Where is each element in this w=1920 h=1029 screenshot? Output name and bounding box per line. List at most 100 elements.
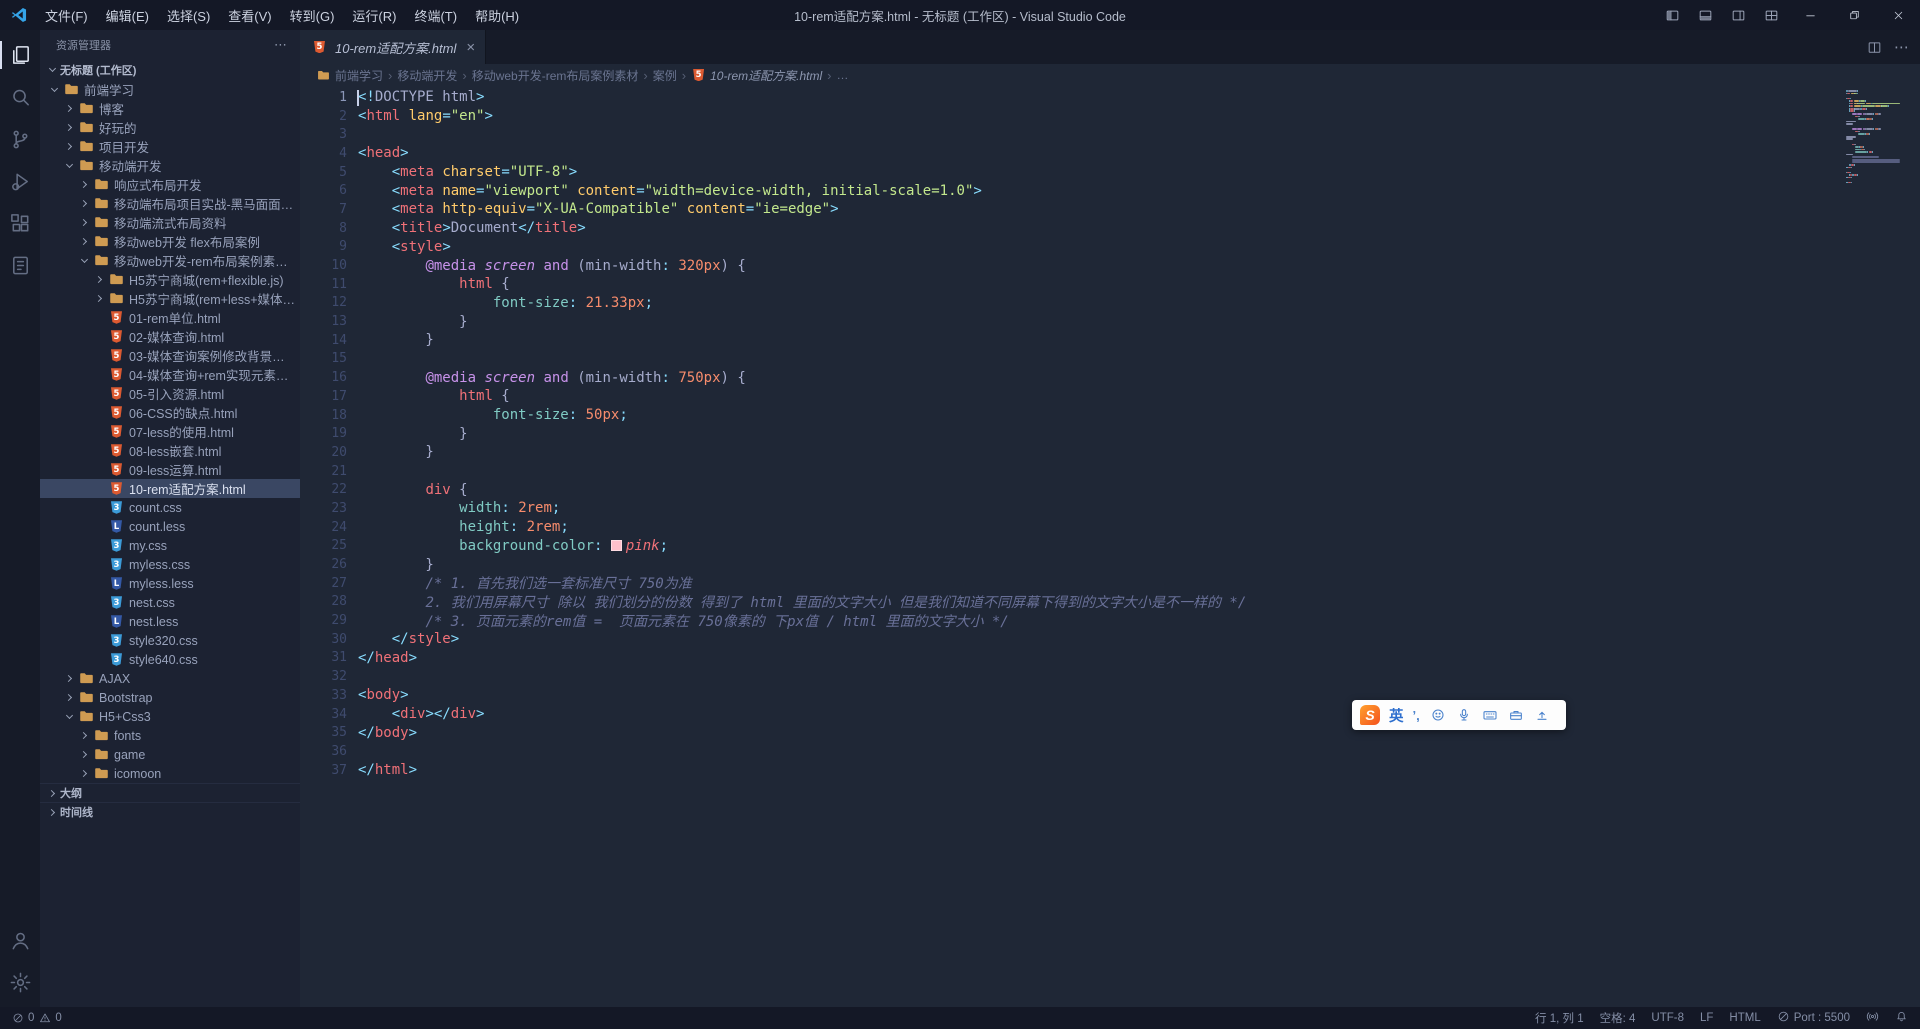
breadcrumb-item[interactable]: 5 10-rem适配方案.html xyxy=(691,67,822,84)
code-line[interactable]: 28 2. 我们用屏幕尺寸 除以 我们划分的份数 得到了 html 里面的文字大… xyxy=(300,593,1920,612)
tree-item-file[interactable]: 3 myless.css xyxy=(40,555,300,574)
notifications-bell[interactable] xyxy=(1895,1010,1908,1026)
menu-item[interactable]: 终端(T) xyxy=(405,0,466,30)
workspace-section-header[interactable]: 无标题 (工作区) xyxy=(40,60,300,80)
code-line[interactable]: 7 <meta http-equiv="X-UA-Compatible" con… xyxy=(300,200,1920,219)
layout-panel-icon[interactable] xyxy=(1689,0,1722,30)
code-line[interactable]: 33 <body> xyxy=(300,686,1920,705)
code-line[interactable]: 21 xyxy=(300,462,1920,481)
tree-item-folder[interactable]: 移动端开发 xyxy=(40,156,300,175)
code-line[interactable]: 37 </html> xyxy=(300,761,1920,780)
tree-item-folder[interactable]: 前端学习 xyxy=(40,80,300,99)
code-line[interactable]: 23 width: 2rem; xyxy=(300,499,1920,518)
code-line[interactable]: 8 <title>Document</title> xyxy=(300,219,1920,238)
toolbox-icon[interactable] xyxy=(1508,707,1524,723)
search-icon[interactable] xyxy=(0,76,40,118)
menu-item[interactable]: 文件(F) xyxy=(36,0,97,30)
menu-item[interactable]: 选择(S) xyxy=(158,0,219,30)
code-editor[interactable]: 1 <!DOCTYPE html> 2 <html lang="en"> 3 4 <head… xyxy=(300,86,1920,1007)
tree-item-file[interactable]: Lcount.less xyxy=(40,517,300,536)
tree-item-file[interactable]: 5 08-less嵌套.html xyxy=(40,441,300,460)
tree-item-file[interactable]: 5 06-CSS的缺点.html xyxy=(40,403,300,422)
cursor-position[interactable]: 行 1, 列 1 xyxy=(1535,1010,1584,1026)
tree-item-folder[interactable]: 移动web开发 flex布局案例 xyxy=(40,232,300,251)
tree-item-file[interactable]: 3 style320.css xyxy=(40,631,300,650)
tree-item-file[interactable]: 5 09-less运算.html xyxy=(40,460,300,479)
emoji-icon[interactable] xyxy=(1430,707,1446,723)
collapse-icon[interactable] xyxy=(1534,707,1550,723)
live-server-port[interactable]: Port : 5500 xyxy=(1777,1010,1850,1026)
minimap[interactable] xyxy=(1846,90,1904,220)
source-control-icon[interactable] xyxy=(0,118,40,160)
layout-secondary-sidebar-icon[interactable] xyxy=(1722,0,1755,30)
code-line[interactable]: 3 xyxy=(300,125,1920,144)
code-line[interactable]: 20 } xyxy=(300,443,1920,462)
code-line[interactable]: 4 <head> xyxy=(300,144,1920,163)
tree-item-folder[interactable]: AJAX xyxy=(40,669,300,688)
tree-item-file[interactable]: 5 05-引入资源.html xyxy=(40,384,300,403)
menu-item[interactable]: 编辑(E) xyxy=(97,0,158,30)
tree-item-file[interactable]: 3 style640.css xyxy=(40,650,300,669)
code-line[interactable]: 14 } xyxy=(300,331,1920,350)
eol[interactable]: LF xyxy=(1700,1012,1713,1024)
code-line[interactable]: 32 xyxy=(300,667,1920,686)
tree-item-file[interactable]: 3 nest.css xyxy=(40,593,300,612)
soft-keyboard-icon[interactable] xyxy=(1482,707,1498,723)
breadcrumb-item[interactable]: 移动web开发-rem布局案例素材 xyxy=(472,67,639,84)
split-editor-icon[interactable] xyxy=(1867,40,1882,55)
breadcrumb-item[interactable]: 案例 xyxy=(653,67,677,84)
tree-item-file[interactable]: 503-媒体查询案例修改背景颜色.html xyxy=(40,346,300,365)
code-line[interactable]: 34 <div></div> xyxy=(300,705,1920,724)
timeline-section-header[interactable]: 时间线 xyxy=(40,802,300,821)
code-line[interactable]: 24 height: 2rem; xyxy=(300,518,1920,537)
code-line[interactable]: 18 font-size: 50px; xyxy=(300,406,1920,425)
code-line[interactable]: 6 <meta name="viewport" content="width=d… xyxy=(300,181,1920,200)
tree-item-folder[interactable]: 移动端流式布局资料 xyxy=(40,213,300,232)
code-line[interactable]: 17 html { xyxy=(300,387,1920,406)
breadcrumb-item[interactable]: … xyxy=(836,68,848,82)
breadcrumb-item[interactable]: 前端学习 xyxy=(316,67,383,84)
ime-language-mode[interactable]: 英 xyxy=(1389,705,1404,726)
menu-item[interactable]: 查看(V) xyxy=(219,0,280,30)
menu-item[interactable]: 运行(R) xyxy=(343,0,405,30)
code-line[interactable]: 10 @media screen and (min-width: 320px) … xyxy=(300,256,1920,275)
tree-item-folder[interactable]: H5苏宁商城(rem+less+媒体查询) xyxy=(40,289,300,308)
code-line[interactable]: 30 </style> xyxy=(300,630,1920,649)
explorer-icon[interactable] xyxy=(0,34,40,76)
tree-item-folder[interactable]: fonts xyxy=(40,726,300,745)
tree-item-folder[interactable]: 移动web开发-rem布局案例素材 \ 案例 xyxy=(40,251,300,270)
tree-item-folder[interactable]: game xyxy=(40,745,300,764)
code-line[interactable]: 5 <meta charset="UTF-8"> xyxy=(300,163,1920,182)
tab-close-icon[interactable]: × xyxy=(466,40,475,55)
tree-item-folder[interactable]: 移动端布局项目实战-黑马面面素材 xyxy=(40,194,300,213)
tree-item-folder[interactable]: 响应式布局开发 xyxy=(40,175,300,194)
indentation[interactable]: 空格: 4 xyxy=(1600,1010,1636,1026)
code-line[interactable]: 25 background-color: pink; xyxy=(300,537,1920,556)
tree-item-folder[interactable]: H5+Css3 xyxy=(40,707,300,726)
outline-section-header[interactable]: 大纲 xyxy=(40,783,300,802)
code-line[interactable]: 2 <html lang="en"> xyxy=(300,107,1920,126)
code-line[interactable]: 15 xyxy=(300,350,1920,369)
explorer-more-actions-icon[interactable]: ⋯ xyxy=(274,37,288,53)
close-button[interactable] xyxy=(1876,0,1920,30)
tree-item-file[interactable]: 504-媒体查询+rem实现元素动态变化... xyxy=(40,365,300,384)
problems-status[interactable]: 0 0 xyxy=(12,1012,62,1024)
code-line[interactable]: 29 /* 3. 页面元素的rem值 = 页面元素在 750像素的 下px值 /… xyxy=(300,611,1920,630)
tree-item-file[interactable]: 3 my.css xyxy=(40,536,300,555)
breadcrumb-item[interactable]: 移动端开发 xyxy=(397,67,457,84)
tab-10-rem-file[interactable]: 5 10-rem适配方案.html × xyxy=(300,30,487,64)
layout-sidebar-icon[interactable] xyxy=(1656,0,1689,30)
account-icon[interactable] xyxy=(0,919,40,961)
menu-item[interactable]: 帮助(H) xyxy=(466,0,528,30)
tree-item-file[interactable]: 3 count.css xyxy=(40,498,300,517)
settings-gear-icon[interactable] xyxy=(0,961,40,1003)
tree-item-file[interactable]: 5 02-媒体查询.html xyxy=(40,327,300,346)
tree-item-file[interactable]: 5 01-rem单位.html xyxy=(40,308,300,327)
code-line[interactable]: 13 } xyxy=(300,312,1920,331)
tree-item-file[interactable]: 5 07-less的使用.html xyxy=(40,422,300,441)
tree-item-folder[interactable]: Bootstrap xyxy=(40,688,300,707)
minimize-button[interactable] xyxy=(1788,0,1832,30)
tree-item-file[interactable]: Lnest.less xyxy=(40,612,300,631)
errors-indicator[interactable]: 0 xyxy=(12,1012,34,1024)
encoding[interactable]: UTF-8 xyxy=(1651,1012,1684,1024)
